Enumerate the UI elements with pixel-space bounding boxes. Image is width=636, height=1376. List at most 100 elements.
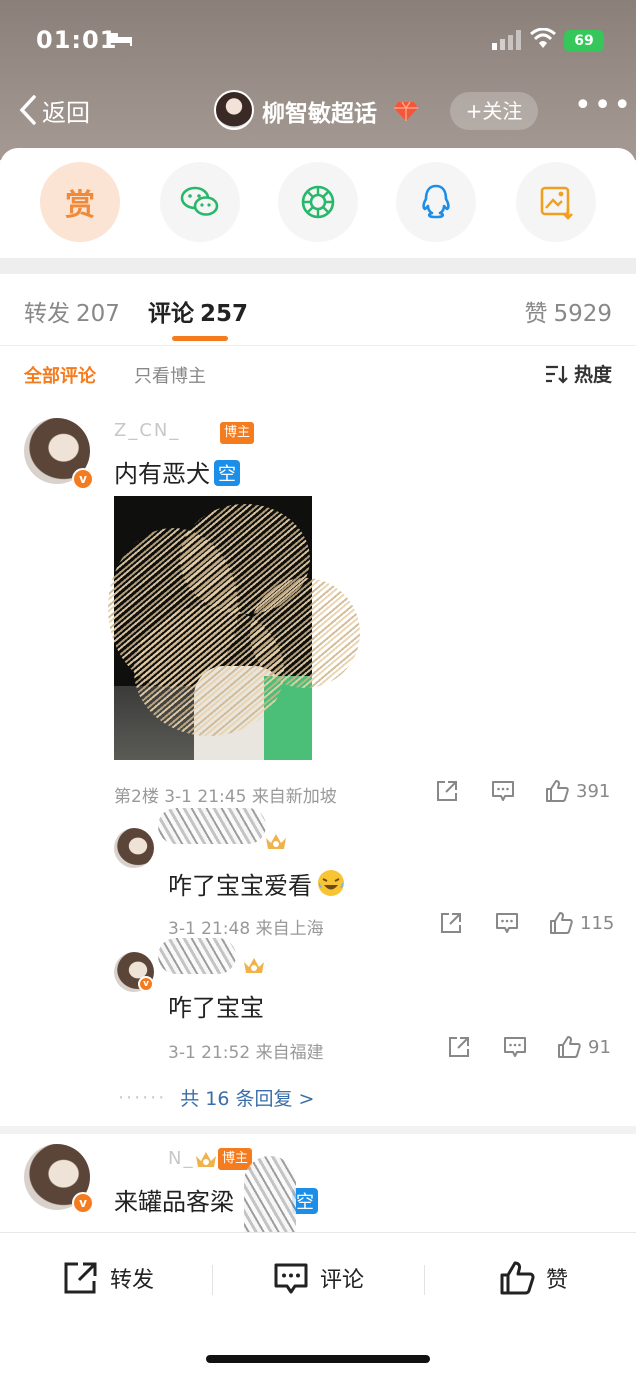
reply-comment-button[interactable] xyxy=(490,778,516,804)
thumbs-up-icon xyxy=(550,912,573,934)
repost-label: 转发 xyxy=(110,1268,155,1293)
follow-button[interactable]: +关注 xyxy=(450,92,538,130)
comment-location: 来自新加坡 xyxy=(251,787,337,807)
reply-meta: 3-1 21:52 来自福建 xyxy=(168,1038,324,1063)
reply-text: 咋了宝宝 xyxy=(168,988,264,1023)
sort-label: 热度 xyxy=(573,364,612,386)
share-row: 赏 xyxy=(0,162,636,258)
share-wechat-button[interactable] xyxy=(160,162,240,242)
comment-time: 3-1 21:45 xyxy=(164,787,247,807)
diamond-icon xyxy=(394,101,418,121)
comment-text-body: 内有恶犬 xyxy=(114,460,210,488)
comment-text-body: 来罐品客梁 xyxy=(114,1188,234,1216)
reply-location: 来自福建 xyxy=(255,1043,324,1063)
like-label: 赞 xyxy=(546,1268,569,1293)
wechat-icon xyxy=(180,186,219,216)
more-replies-link[interactable]: ······ 共 16 条回复 > xyxy=(118,1084,314,1111)
comment-username[interactable]: N_ xyxy=(168,1148,194,1169)
comment-text: 内有恶犬空 xyxy=(114,454,240,489)
comment-label: 评论 xyxy=(320,1268,365,1293)
comment-icon xyxy=(274,1263,308,1294)
save-image-button[interactable] xyxy=(516,162,596,242)
like-comment-button[interactable]: 391 xyxy=(544,778,610,804)
status-badge: 空 xyxy=(214,460,240,486)
share-qq-button[interactable] xyxy=(396,162,476,242)
tab-reposts-label: 转发 xyxy=(24,301,70,327)
censor-scribble xyxy=(250,578,360,688)
repost-button[interactable]: 转发 xyxy=(62,1259,154,1297)
reply-text: 咋了宝宝爱看 xyxy=(168,866,346,901)
avatar[interactable] xyxy=(114,828,154,868)
back-button[interactable]: 返回 xyxy=(18,92,90,128)
tab-comments-label: 评论 xyxy=(148,301,194,327)
censored-username xyxy=(158,938,236,974)
nav-bar: 返回 柳智敏超话 +关注 ••• xyxy=(0,86,636,136)
censored-username xyxy=(158,808,266,844)
author-tag: 博主 xyxy=(218,1148,253,1170)
filter-author-only[interactable]: 只看博主 xyxy=(134,362,206,388)
verified-badge-icon: v xyxy=(72,468,94,490)
like-reply-button[interactable]: 91 xyxy=(556,1034,611,1060)
status-time: 01:01 xyxy=(36,26,118,54)
author-tag: 博主 xyxy=(220,422,255,444)
comment-icon xyxy=(504,1037,526,1057)
crown-icon xyxy=(196,1152,216,1167)
verified-badge-icon: v xyxy=(72,1192,94,1214)
comment-filter: 全部评论 只看博主 热度 xyxy=(0,346,636,404)
like-button[interactable]: 赞 xyxy=(498,1259,568,1297)
comment-icon xyxy=(492,781,514,801)
verified-badge-icon: v xyxy=(138,976,154,992)
share-reply-button[interactable] xyxy=(438,910,464,936)
reply-reply-button[interactable] xyxy=(502,1034,528,1060)
sort-icon xyxy=(545,365,568,384)
comment-meta: 第2楼 3-1 21:45 来自新加坡 xyxy=(114,782,337,807)
reward-button[interactable]: 赏 xyxy=(40,162,120,242)
more-button[interactable]: ••• xyxy=(574,91,631,122)
reply-time: 3-1 21:48 xyxy=(168,919,251,939)
chevron-left-icon xyxy=(19,95,36,125)
page-title[interactable]: 柳智敏超话 xyxy=(262,94,377,128)
share-comment-button[interactable] xyxy=(434,778,460,804)
tab-active-indicator xyxy=(172,336,228,341)
crown-icon xyxy=(244,958,264,973)
home-indicator xyxy=(206,1355,430,1363)
tabs-bar: 转发 207 评论 257 赞 5929 xyxy=(0,274,636,346)
comment-username[interactable]: Z_CN_ xyxy=(114,420,180,441)
wifi-icon xyxy=(530,28,556,48)
tab-likes[interactable]: 赞 5929 xyxy=(524,294,612,328)
share-reply-button[interactable] xyxy=(446,1034,472,1060)
like-count: 91 xyxy=(588,1036,611,1058)
share-icon xyxy=(441,913,461,933)
reply-time: 3-1 21:52 xyxy=(168,1043,251,1063)
tab-likes-label: 赞 xyxy=(524,301,548,327)
reply-location: 来自上海 xyxy=(255,919,324,939)
reply-reply-button[interactable] xyxy=(494,910,520,936)
battery-level: 69 xyxy=(574,33,594,49)
status-bar: 01:01 69 xyxy=(0,20,636,64)
comment-separator xyxy=(0,1126,636,1134)
laughing-emoji-icon xyxy=(318,870,344,896)
section-divider xyxy=(0,258,636,274)
tab-comments[interactable]: 评论 257 xyxy=(148,294,248,328)
tab-reposts[interactable]: 转发 207 xyxy=(24,294,120,328)
thumbs-up-icon xyxy=(546,780,569,802)
filter-all-comments[interactable]: 全部评论 xyxy=(24,362,96,388)
moments-icon xyxy=(301,185,335,219)
like-reply-button[interactable]: 115 xyxy=(548,910,614,936)
comment-icon xyxy=(496,913,518,933)
sort-button[interactable]: 热度 xyxy=(544,360,612,387)
thumbs-up-icon xyxy=(558,1036,581,1058)
censor-scribble xyxy=(108,528,238,688)
reward-icon: 赏 xyxy=(65,188,95,223)
topic-avatar[interactable] xyxy=(214,90,254,130)
download-image-icon xyxy=(540,186,573,220)
share-icon xyxy=(437,781,457,801)
share-icon xyxy=(449,1037,469,1057)
reply-text-body: 咋了宝宝 xyxy=(168,994,264,1022)
comment-button[interactable]: 评论 xyxy=(272,1259,364,1297)
sleep-icon xyxy=(108,32,132,46)
comment-floor: 第2楼 xyxy=(114,787,159,807)
tab-comments-count: 257 xyxy=(200,301,249,327)
share-moments-button[interactable] xyxy=(278,162,358,242)
qq-icon xyxy=(422,184,450,219)
